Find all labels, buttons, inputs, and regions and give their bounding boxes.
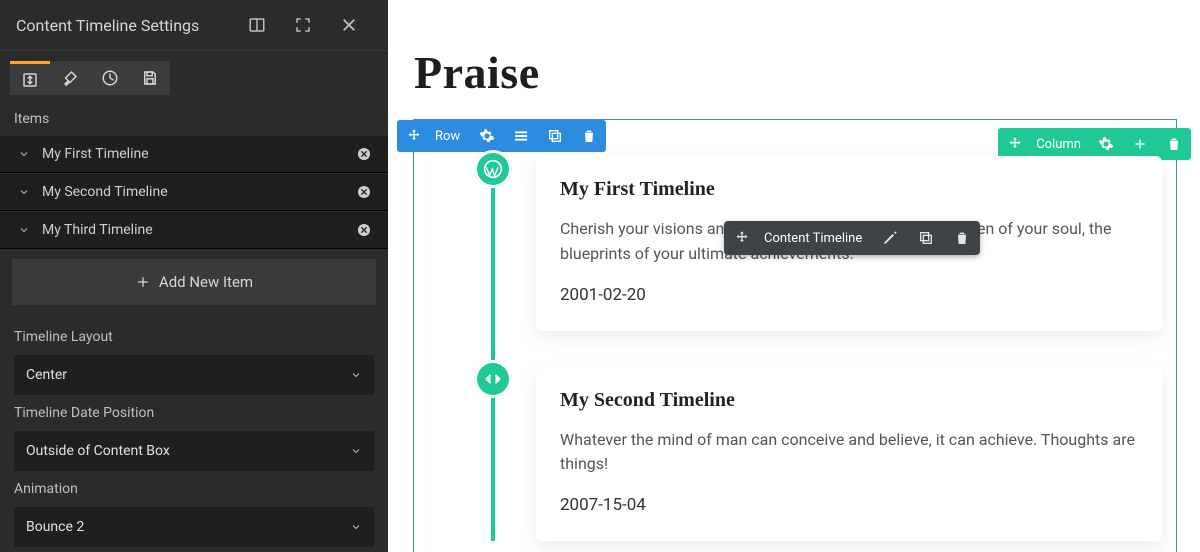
preview-canvas: Praise Row Column [388,0,1200,552]
tab-style-icon[interactable] [50,61,90,95]
tab-advanced-icon[interactable] [90,61,130,95]
field-label: Animation [14,481,374,497]
timeline-item-row[interactable]: My First Timeline [0,135,388,173]
field-label: Timeline Date Position [14,405,374,421]
card-date: 2001-02-20 [560,285,1138,305]
item-label: My Second Timeline [36,184,352,200]
card-title: My First Timeline [560,178,1138,201]
timeline-node-wordpress-icon [474,150,512,188]
date-position-select[interactable]: Outside of Content Box [14,431,374,471]
element-toolbar-label: Content Timeline [760,231,872,246]
field-animation: Animation Bounce 2 [0,471,388,547]
select-value: Center [26,367,67,383]
tab-save-icon[interactable] [130,61,170,95]
chevron-down-icon [12,186,36,198]
card-date: 2007-15-04 [560,495,1138,515]
content-timeline[interactable]: My First Timeline Cherish your visions a… [428,128,1162,541]
element-toolbar: Content Timeline [724,221,980,255]
trash-icon[interactable] [944,221,980,255]
timeline-line [491,168,495,541]
tab-content-icon[interactable] [10,61,50,95]
items-section-label: Items [0,101,388,135]
select-value: Outside of Content Box [26,443,170,459]
fullscreen-icon[interactable] [280,10,326,40]
select-value: Bounce 2 [26,519,84,535]
add-new-item-button[interactable]: Add New Item [12,259,376,305]
page-heading: Praise [388,0,1200,99]
field-date-position: Timeline Date Position Outside of Conten… [0,395,388,471]
sidebar-title: Content Timeline Settings [16,16,234,35]
sidebar-tabs [0,51,388,101]
item-label: My First Timeline [36,146,352,162]
delete-item-icon[interactable] [352,184,376,200]
trash-icon[interactable] [1157,128,1191,160]
field-timeline-layout: Timeline Layout Center [0,319,388,395]
item-label: My Third Timeline [36,222,352,238]
chevron-down-icon [12,224,36,236]
panel-layout-icon[interactable] [234,10,280,40]
timeline-item-row[interactable]: My Second Timeline [0,173,388,211]
move-icon[interactable] [397,120,431,152]
timeline-card: My Second Timeline Whatever the mind of … [536,367,1162,542]
duplicate-icon[interactable] [908,221,944,255]
sidebar-header: Content Timeline Settings [0,0,388,51]
timeline-item-row[interactable]: My Third Timeline [0,211,388,249]
delete-item-icon[interactable] [352,146,376,162]
chevron-down-icon [12,148,36,160]
add-button-label: Add New Item [159,273,253,291]
column-frame: My First Timeline Cherish your visions a… [428,128,1162,552]
row-frame[interactable]: Row Column My Fir [414,120,1176,552]
animation-select[interactable]: Bounce 2 [14,507,374,547]
timeline-layout-select[interactable]: Center [14,355,374,395]
close-icon[interactable] [326,10,372,40]
edit-icon[interactable] [872,221,908,255]
field-label: Timeline Layout [14,329,374,345]
card-body: Whatever the mind of man can conceive an… [560,428,1138,478]
card-title: My Second Timeline [560,389,1138,412]
delete-item-icon[interactable] [352,222,376,238]
move-icon[interactable] [724,221,760,255]
timeline-node-code-icon [474,360,512,398]
settings-sidebar: Content Timeline Settings Items My First… [0,0,388,552]
